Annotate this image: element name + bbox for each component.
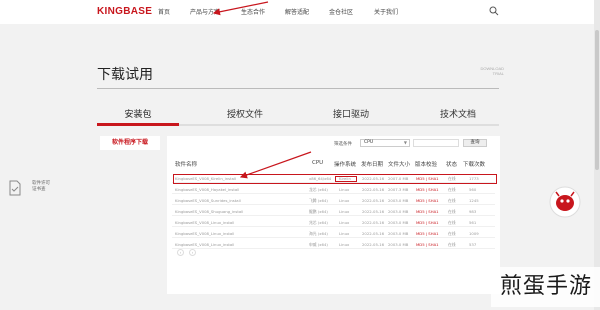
col-header-status: 状态: [446, 162, 458, 168]
license-query-text: 软件许可 证书查: [32, 181, 50, 193]
pager-next[interactable]: ›: [189, 249, 196, 256]
cell-check[interactable]: MD5 | SHA1: [416, 209, 439, 214]
cell-count: 1245: [469, 198, 479, 203]
cell-name[interactable]: KingbaseES_V008_Linux_install: [175, 231, 234, 236]
col-header-size: 文件大小: [388, 162, 411, 168]
filter-input[interactable]: [413, 139, 459, 147]
col-header-date: 发布日期: [361, 162, 384, 168]
cell-name[interactable]: KingbaseES_V008_Shuguang_install: [175, 209, 243, 214]
cell-os: Linux: [339, 209, 350, 214]
cell-date: 2022-05-16: [362, 209, 385, 214]
cell-os: Linux: [339, 231, 350, 236]
watermark: 煎蛋手游: [491, 267, 600, 307]
filter-select-value: CPU: [364, 140, 374, 145]
cell-check[interactable]: MD5 | SHA1: [416, 242, 439, 247]
chevron-down-icon: ▼: [403, 140, 407, 145]
cell-date: 2022-05-16: [362, 198, 385, 203]
cell-check[interactable]: MD5 | SHA1: [416, 187, 439, 192]
table-row[interactable]: KingbaseES_V008_Sunrides_install 飞腾 (x64)…: [172, 196, 495, 205]
cell-check[interactable]: MD5 | SHA1: [416, 231, 439, 236]
cell-os: Linux: [339, 220, 350, 225]
cell-cpu: 兆芯 (x64): [309, 220, 328, 225]
cell-check[interactable]: MD5 | SHA1: [416, 198, 439, 203]
cell-os: Linux: [339, 187, 350, 192]
tab-interface-driver[interactable]: 接口驱动: [310, 107, 392, 120]
nav-item-adaptation[interactable]: 解答适配: [285, 7, 309, 16]
document-icon: [9, 180, 21, 196]
cell-status: 在线: [448, 220, 456, 225]
filter-cpu-select[interactable]: CPU ▼: [360, 139, 410, 147]
cell-size: 2003.0 MB: [388, 220, 409, 225]
cell-date: 2022-05-16: [362, 231, 385, 236]
nav-item-products[interactable]: 产品与方案: [190, 7, 220, 16]
col-header-cpu: CPU: [312, 160, 324, 166]
pager-prev[interactable]: ‹: [177, 249, 184, 256]
table-row[interactable]: KingbaseES_V008_Linux_install 申威 (x64) Lin…: [172, 240, 495, 249]
table-row[interactable]: KingbaseES_V008_Linux_install 海光 (x64) Lin…: [172, 229, 495, 238]
cell-date: 2022-05-16: [362, 187, 385, 192]
cell-size: 2003.0 MB: [388, 242, 409, 247]
cell-status: 在线: [448, 231, 456, 236]
col-header-check: 版本校验: [415, 162, 438, 168]
cell-count: 537: [469, 242, 477, 247]
title-divider: [97, 88, 499, 89]
cell-cpu: 飞腾 (x64): [309, 198, 328, 203]
page-scrollbar[interactable]: [594, 0, 600, 310]
nav-item-community[interactable]: 金仓社区: [329, 7, 353, 16]
highlight-os-box: [335, 176, 357, 182]
tab-install-package[interactable]: 安装包: [97, 107, 179, 120]
download-table-card: 筛选条件 CPU ▼ 查询 软件名称 CPU 操作系统 发布日期 文件大小 版本…: [167, 136, 500, 294]
table-row[interactable]: KingbaseES_V008_Shuguang_install 鲲鹏 (x64)…: [172, 207, 495, 216]
license-query-line2: 证书查: [32, 187, 46, 192]
cell-cpu: 龙芯 (x64): [309, 187, 328, 192]
cell-size: 2007.3 MB: [388, 187, 409, 192]
col-header-os: 操作系统: [334, 162, 357, 168]
page-title: 下载试用: [97, 67, 153, 83]
top-nav: KINGBASE 首页 产品与方案 生态合作 解答适配 金仓社区 关于我们: [0, 0, 600, 24]
query-button[interactable]: 查询: [463, 139, 487, 147]
tab-tech-docs[interactable]: 技术文档: [417, 107, 499, 120]
cell-count: 1009: [469, 231, 479, 236]
cell-count: 983: [469, 209, 477, 214]
cell-size: 2003.0 MB: [388, 209, 409, 214]
cell-cpu: 鲲鹏 (x64): [309, 209, 328, 214]
cell-status: 在线: [448, 187, 456, 192]
license-query-float[interactable]: 软件许可 证书查: [8, 178, 58, 198]
table-row[interactable]: KingbaseES_V008_Linux_install 兆芯 (x64) Lin…: [172, 218, 495, 227]
scroll-thumb[interactable]: [595, 30, 599, 170]
nav-item-about[interactable]: 关于我们: [374, 7, 398, 16]
nav-item-home[interactable]: 首页: [158, 7, 170, 16]
cell-cpu: 海光 (x64): [309, 231, 328, 236]
cell-name[interactable]: KingbaseES_V008_Sunrides_install: [175, 198, 241, 203]
tab-license-file[interactable]: 授权文件: [204, 107, 286, 120]
filter-label: 筛选条件: [334, 142, 352, 147]
cell-date: 2022-05-16: [362, 220, 385, 225]
cell-count: 560: [469, 187, 477, 192]
software-download-button[interactable]: 软件程序下载: [100, 136, 160, 150]
tab-active-indicator: [97, 123, 179, 126]
cell-status: 在线: [448, 198, 456, 203]
cell-os: Linux: [339, 198, 350, 203]
cell-cpu: 申威 (x64): [309, 242, 328, 247]
col-header-name: 软件名称: [175, 162, 198, 168]
col-header-count: 下载次数: [463, 162, 486, 168]
cell-count: 561: [469, 220, 477, 225]
cell-date: 2022-05-16: [362, 242, 385, 247]
cell-size: 2003.0 MB: [388, 231, 409, 236]
cell-name[interactable]: KingbaseES_V008_Linux_install: [175, 242, 234, 247]
cell-check[interactable]: MD5 | SHA1: [416, 220, 439, 225]
brand-logo[interactable]: KINGBASE: [97, 6, 152, 17]
nav-item-ecosystem[interactable]: 生态合作: [241, 7, 265, 16]
download-hint: DOWNLOAD TRIAL: [464, 66, 504, 76]
cell-status: 在线: [448, 209, 456, 214]
cell-name[interactable]: KingbaseES_V008_Linux_install: [175, 220, 234, 225]
cell-os: Linux: [339, 242, 350, 247]
cell-name[interactable]: KingbaseES_V008_Hayakel_install: [175, 187, 239, 192]
table-row[interactable]: KingbaseES_V008_Hayakel_install 龙芯 (x64) L…: [172, 185, 495, 194]
cell-size: 2003.0 MB: [388, 198, 409, 203]
mascot-icon[interactable]: [545, 185, 585, 219]
cell-status: 在线: [448, 242, 456, 247]
search-icon[interactable]: [489, 6, 499, 16]
download-hint-line2: TRIAL: [492, 71, 504, 76]
